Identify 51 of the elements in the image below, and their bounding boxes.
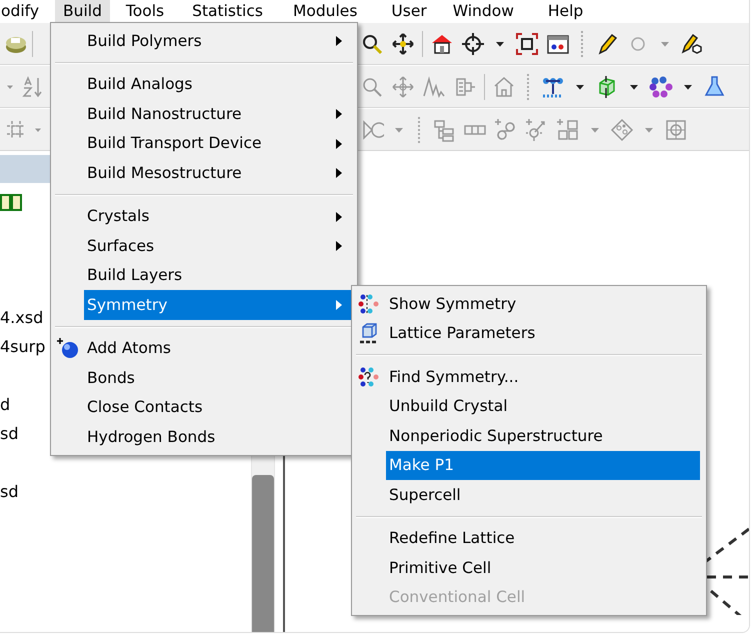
menu-item[interactable]: Supercell	[386, 480, 700, 510]
file-name[interactable]: d	[0, 394, 10, 414]
file-name[interactable]: sd	[0, 482, 18, 502]
blocks-icon[interactable]	[556, 118, 580, 142]
menu-item[interactable]: Hydrogen Bonds	[84, 422, 351, 452]
menu-item[interactable]: User	[383, 0, 435, 22]
peaks-icon[interactable]	[422, 74, 446, 98]
menu-item[interactable]: Primitive Cell	[386, 553, 700, 582]
crosshair-icon[interactable]	[461, 32, 485, 56]
menu-item[interactable]: Build Transport Device	[84, 128, 351, 158]
tree-icon[interactable]	[432, 118, 456, 142]
pencil-icon[interactable]	[680, 32, 704, 56]
scroll-thumb[interactable]	[252, 475, 274, 632]
menu-item[interactable]: Lattice Parameters	[386, 318, 700, 348]
menu-item[interactable]: Modules	[284, 0, 366, 22]
menu-item[interactable]: Make P1	[386, 450, 700, 480]
target-icon[interactable]	[664, 118, 688, 142]
file-name[interactable]: sd	[0, 424, 18, 444]
menu-item[interactable]: Close Contacts	[84, 392, 351, 422]
menu-item[interactable]: Build	[55, 0, 110, 22]
menu-item[interactable]: Surfaces	[84, 231, 351, 260]
menu-item[interactable]: Symmetry	[84, 290, 351, 320]
flask-icon[interactable]	[703, 74, 727, 98]
menu-item[interactable]: Build Layers	[84, 260, 351, 290]
menu-item[interactable]: Unbuild Crystal	[386, 392, 700, 421]
file-name[interactable]: 4surp	[0, 336, 46, 356]
symmetry-icon	[358, 292, 380, 315]
atom-add-icon	[56, 337, 78, 360]
diamond-icon[interactable]	[610, 118, 634, 142]
book-icon[interactable]	[0, 192, 22, 212]
menu-item[interactable]: Redefine Lattice	[386, 524, 700, 553]
menu-item[interactable]: Build Polymers	[84, 26, 351, 56]
menu-item[interactable]: Bonds	[84, 363, 351, 392]
menu-item[interactable]: Build Nanostructure	[84, 99, 351, 128]
file-name[interactable]: 4.xsd	[0, 308, 44, 328]
menu-item[interactable]: Build Analogs	[84, 70, 351, 99]
symmetry-search-icon	[358, 366, 380, 388]
menu-item[interactable]: Find Symmetry...	[386, 362, 700, 392]
fit-view-icon[interactable]	[515, 32, 539, 56]
menu-item[interactable]: odify	[0, 0, 47, 22]
menu-item[interactable]: Nonperiodic Superstructure	[386, 421, 700, 450]
sort-icon[interactable]	[20, 74, 44, 98]
menu-item[interactable]: Crystals	[84, 202, 351, 231]
menu-item[interactable]: Show Symmetry	[386, 289, 700, 318]
menu-item[interactable]: Window	[444, 0, 522, 22]
menu-item[interactable]: Tools	[118, 0, 172, 22]
menu-item[interactable]: Build Mesostructure	[84, 158, 351, 188]
menu-item[interactable]: Statistics	[184, 0, 271, 22]
menu-item[interactable]: Add Atoms	[84, 334, 351, 363]
move-icon[interactable]	[391, 32, 415, 56]
menu-item[interactable]: Help	[540, 0, 592, 22]
